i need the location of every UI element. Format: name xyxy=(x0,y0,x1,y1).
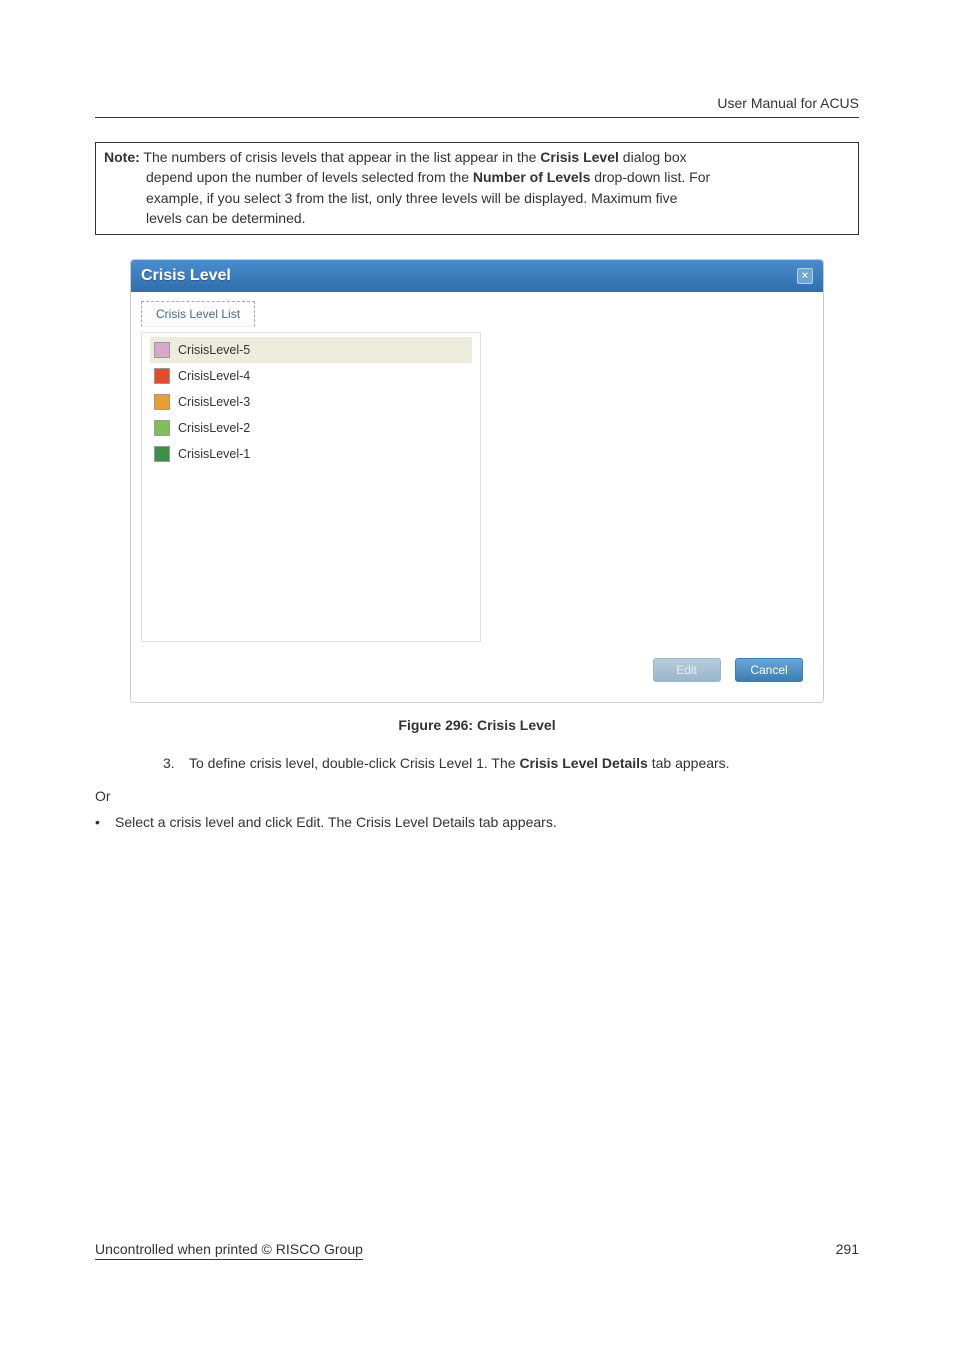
page-number: 291 xyxy=(836,1241,859,1260)
close-icon[interactable]: × xyxy=(797,268,813,284)
color-swatch-icon xyxy=(154,446,170,462)
step-number: 3. xyxy=(163,753,189,774)
step-bold: Crisis Level Details xyxy=(519,755,647,771)
note-bold-1: Crisis Level xyxy=(540,149,619,165)
note-text-2a: depend upon the number of levels selecte… xyxy=(146,169,473,185)
list-item[interactable]: CrisisLevel-4 xyxy=(150,363,472,389)
list-item[interactable]: CrisisLevel-2 xyxy=(150,415,472,441)
or-label: Or xyxy=(95,788,859,804)
color-swatch-icon xyxy=(154,368,170,384)
level-label: CrisisLevel-1 xyxy=(178,447,250,461)
figure-caption: Figure 296: Crisis Level xyxy=(95,717,859,733)
level-label: CrisisLevel-5 xyxy=(178,343,250,357)
note-text-2c: drop-down list. For xyxy=(590,169,710,185)
note-bold-2: Number of Levels xyxy=(473,169,590,185)
page-header: User Manual for ACUS xyxy=(95,95,859,118)
page-footer: Uncontrolled when printed © RISCO Group … xyxy=(95,1241,859,1260)
color-swatch-icon xyxy=(154,420,170,436)
note-line-4: levels can be determined. xyxy=(104,208,850,228)
note-box: Note: The numbers of crisis levels that … xyxy=(95,142,859,235)
step-text-c: tab appears. xyxy=(648,755,730,771)
list-item[interactable]: CrisisLevel-1 xyxy=(150,441,472,467)
bullet-item: • Select a crisis level and click Edit. … xyxy=(95,812,859,833)
footer-left: Uncontrolled when printed © RISCO Group xyxy=(95,1241,363,1260)
step-text-a: To define crisis level, double-click Cri… xyxy=(189,755,519,771)
edit-button[interactable]: Edit xyxy=(653,658,721,682)
color-swatch-icon xyxy=(154,394,170,410)
note-text-1a: The numbers of crisis levels that appear… xyxy=(140,149,541,165)
list-item[interactable]: CrisisLevel-3 xyxy=(150,389,472,415)
list-item[interactable]: CrisisLevel-5 xyxy=(150,337,472,363)
cancel-button[interactable]: Cancel xyxy=(735,658,803,682)
dialog-title: Crisis Level xyxy=(141,267,231,285)
dialog-titlebar: Crisis Level × xyxy=(131,260,823,292)
bullet-icon: • xyxy=(95,812,115,833)
level-label: CrisisLevel-2 xyxy=(178,421,250,435)
crisis-level-dialog: Crisis Level × Crisis Level List CrisisL… xyxy=(130,259,824,703)
note-text-1c: dialog box xyxy=(619,149,687,165)
step-3: 3. To define crisis level, double-click … xyxy=(163,753,859,774)
color-swatch-icon xyxy=(154,342,170,358)
level-label: CrisisLevel-4 xyxy=(178,369,250,383)
crisis-level-list: CrisisLevel-5 CrisisLevel-4 CrisisLevel-… xyxy=(141,332,481,642)
bullet-text: Select a crisis level and click Edit. Th… xyxy=(115,812,557,833)
tab-crisis-level-list[interactable]: Crisis Level List xyxy=(141,301,255,327)
note-line-3: example, if you select 3 from the list, … xyxy=(104,188,850,208)
note-label: Note: xyxy=(104,149,140,165)
level-label: CrisisLevel-3 xyxy=(178,395,250,409)
